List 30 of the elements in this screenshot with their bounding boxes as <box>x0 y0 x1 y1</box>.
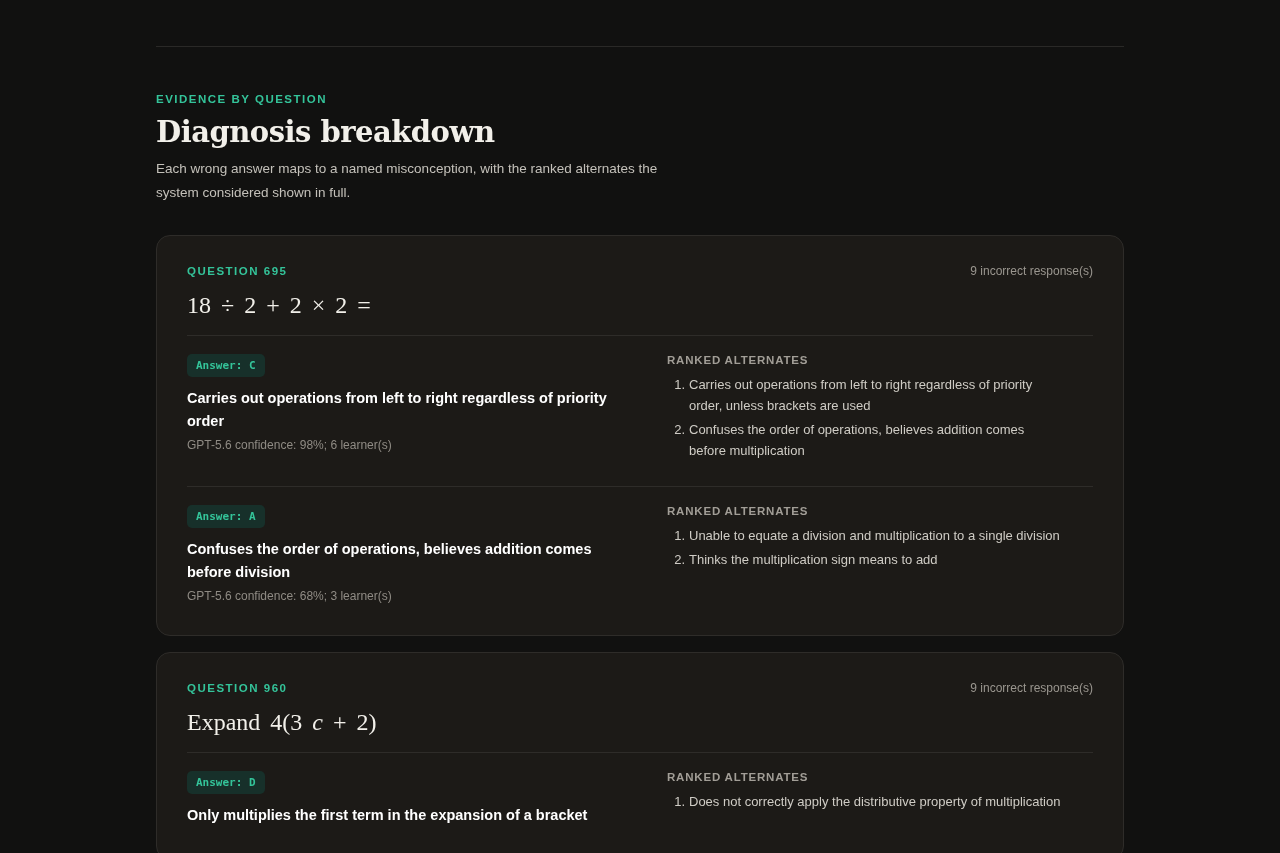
alternate-text: Does not correctly apply the distributive property of multiplication <box>689 793 1061 811</box>
answer-badge: Answer: D <box>187 771 265 794</box>
misconception-title: Carries out operations from left to right regardless of priority order <box>187 389 608 431</box>
misconception-title: Confuses the order of operations, believes addition comes before division <box>187 540 593 582</box>
alternate-text: Confuses the order of operations, believes addition comes before multiplication <box>689 421 1026 460</box>
section-title: Diagnosis breakdown <box>156 115 496 149</box>
question-prompt: Expand 4(3 c + 2) <box>187 709 378 736</box>
response-count: 9 incorrect response(s) <box>970 681 1093 695</box>
response-count: 9 incorrect response(s) <box>970 264 1093 278</box>
rank-number: 1. <box>673 527 685 545</box>
question-prompt: 18 ÷ 2 + 2 × 2 = <box>187 292 372 319</box>
section-eyebrow: EVIDENCE BY QUESTION <box>156 93 328 105</box>
question-label: QUESTION 695 <box>187 265 288 277</box>
answer-badge: Answer: C <box>187 354 265 377</box>
question-label: QUESTION 960 <box>187 682 288 694</box>
rank-number: 1. <box>673 793 685 811</box>
confidence-text: GPT-5.6 confidence: 98%; 6 learner(s) <box>187 438 393 452</box>
alternates-heading: RANKED ALTERNATES <box>667 771 810 783</box>
alternate-text: Carries out operations from left to right regardless of priority order, unless brackets are used <box>689 376 1034 415</box>
alternates-heading: RANKED ALTERNATES <box>667 505 810 517</box>
section-description: Each wrong answer maps to a named misconception, with the ranked alternates the system considered shown in full. <box>156 160 659 202</box>
rank-number: 2. <box>673 551 685 569</box>
alternate-text: Unable to equate a division and multiplication to a single division <box>689 527 1060 545</box>
alternate-text: Thinks the multiplication sign means to add <box>689 551 938 569</box>
rank-number: 1. <box>673 376 685 394</box>
alternates-heading: RANKED ALTERNATES <box>667 354 810 366</box>
answer-badge: Answer: A <box>187 505 265 528</box>
misconception-title: Only multiplies the first term in the expansion of a bracket <box>187 806 589 825</box>
confidence-text: GPT-5.6 confidence: 68%; 3 learner(s) <box>187 589 393 603</box>
rank-number: 2. <box>673 421 685 439</box>
